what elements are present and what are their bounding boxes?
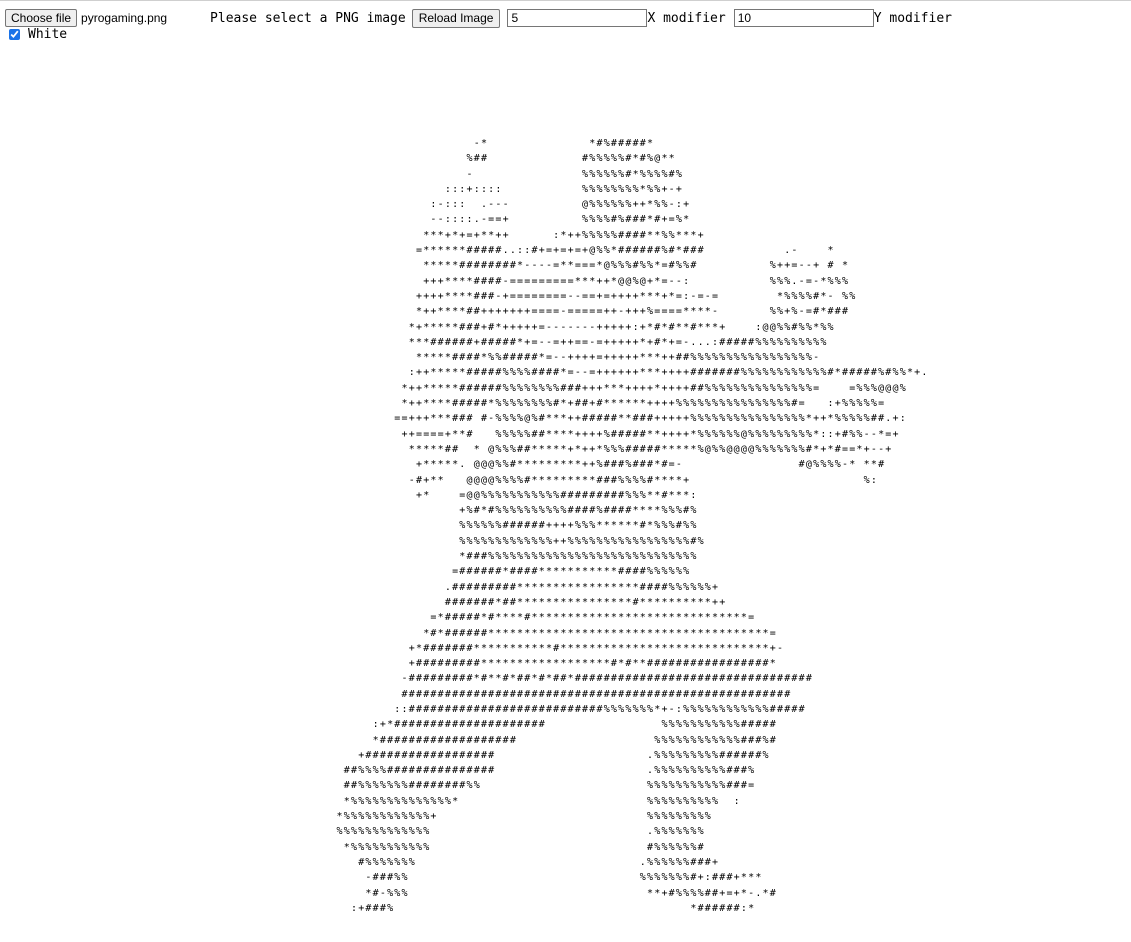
y-modifier-input[interactable] [733,9,874,27]
toolbar: Choose file pyrogaming.png Please select… [5,8,952,28]
ascii-art-output: -* *#%#####* %## #%%%%%#*#%@** - %%%%%%#… [336,138,929,914]
white-option: White [8,27,67,42]
choose-file-button[interactable]: Choose file [5,9,78,27]
x-modifier-input[interactable] [507,9,648,27]
x-modifier-label: X modifier [647,10,726,26]
white-checkbox[interactable] [9,29,20,40]
selected-file-name: pyrogaming.png [81,11,168,25]
select-image-prompt: Please select a PNG image [210,10,406,26]
top-border [0,0,1131,1]
y-modifier-label: Y modifier [873,10,952,26]
reload-image-button[interactable]: Reload Image [411,8,501,28]
white-checkbox-label: White [28,27,68,42]
